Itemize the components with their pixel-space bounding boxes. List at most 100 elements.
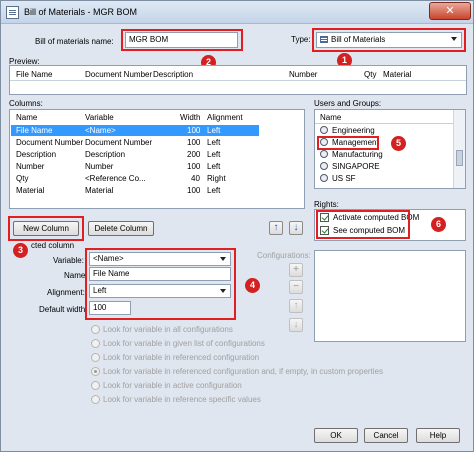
column-row-variable: <Name> (85, 126, 116, 135)
configurations-list[interactable] (314, 250, 466, 342)
column-row-alignment: Left (207, 150, 221, 159)
column-row-variable: Number (85, 162, 114, 171)
group-item[interactable]: US SF (316, 173, 464, 184)
columns-label: Columns: (9, 99, 43, 108)
column-row-name: Material (16, 186, 45, 195)
column-row-name: Document Number (16, 138, 84, 147)
column-row[interactable]: Qty <Reference Co... 40 Right (11, 173, 303, 184)
column-row[interactable]: Description Description 200 Left (11, 149, 303, 160)
preview-col-document-number: Document Number (85, 70, 153, 79)
add-configuration-button[interactable]: + (289, 263, 303, 277)
group-item-label: Engineering (332, 126, 375, 135)
column-row-name: Description (16, 150, 57, 159)
group-item-label: US SF (332, 174, 356, 183)
column-row-alignment: Left (207, 138, 221, 147)
group-item[interactable]: Engineering (316, 125, 464, 136)
column-row-alignment: Right (207, 174, 226, 183)
configuration-up-button[interactable]: ↑ (289, 299, 303, 313)
option-radio[interactable] (91, 339, 100, 348)
group-icon (320, 150, 328, 158)
move-down-button[interactable]: ↓ (289, 221, 303, 235)
annotation-box-2 (121, 29, 243, 51)
arrow-down-icon: ↓ (293, 319, 299, 330)
preview-table: File Name Document Number Description Nu… (9, 65, 467, 95)
annotation-box-3 (8, 216, 84, 241)
columns-header-name: Name (16, 113, 38, 122)
cancel-button[interactable]: Cancel (364, 428, 408, 443)
group-icon (320, 174, 328, 182)
ok-button[interactable]: OK (314, 428, 358, 443)
help-button[interactable]: Help (416, 428, 460, 443)
type-label: Type: (291, 35, 311, 44)
plus-icon: + (293, 264, 299, 275)
window-title: Bill of Materials - MGR BOM (24, 7, 138, 17)
option-radio[interactable] (91, 325, 100, 334)
close-button[interactable]: ✕ (429, 2, 471, 20)
annotation-box-1 (312, 28, 466, 52)
column-row-name: Number (16, 162, 45, 171)
column-row-variable: Document Number (85, 138, 153, 147)
column-row[interactable]: Material Material 100 Left (11, 185, 303, 196)
remove-configuration-button[interactable]: − (289, 280, 303, 294)
default-width-label: Default width: (39, 305, 88, 314)
minus-icon: − (293, 281, 299, 292)
annotation-badge-5: 5 (391, 136, 406, 151)
selected-column-label: cted column (31, 241, 75, 250)
preview-col-number: Number (289, 70, 318, 79)
preview-col-qty: Qty (364, 70, 377, 79)
columns-header-width: Width (180, 113, 201, 122)
users-header-name: Name (320, 113, 342, 122)
annotation-badge-6: 6 (431, 217, 446, 232)
column-row-width: 100 (187, 162, 201, 171)
group-item-label: Manufacturing (332, 150, 383, 159)
column-row-width: 40 (191, 174, 200, 183)
annotation-badge-3: 3 (13, 243, 28, 258)
users-scroll-thumb[interactable] (456, 150, 463, 166)
option-radio[interactable] (91, 367, 100, 376)
option-radio[interactable] (91, 353, 100, 362)
column-row-alignment: Left (207, 162, 221, 171)
option-label: Look for variable in all configurations (103, 325, 233, 334)
column-row-width: 100 (187, 138, 201, 147)
preview-col-file-name: File Name (16, 70, 53, 79)
rights-label: Rights: (314, 200, 339, 209)
group-item[interactable]: SINGAPORE (316, 161, 464, 172)
column-row[interactable]: Number Number 100 Left (11, 161, 303, 172)
configuration-down-button[interactable]: ↓ (289, 318, 303, 332)
preview-col-description: Description (153, 70, 194, 79)
option-label: Look for variable in reference specific … (103, 395, 261, 404)
option-label: Look for variable in referenced configur… (103, 353, 260, 362)
alignment-label: Alignment: (47, 288, 85, 297)
variable-label: Variable: (53, 256, 84, 265)
columns-header-alignment: Alignment (207, 113, 243, 122)
bom-app-icon (6, 6, 19, 19)
group-item[interactable]: Manufacturing (316, 149, 464, 160)
bom-dialog: Bill of Materials - MGR BOM ✕ Bill of ma… (0, 0, 474, 452)
configurations-label: Configurations: (257, 251, 311, 260)
option-radio[interactable] (91, 395, 100, 404)
preview-col-material: Material (383, 70, 412, 79)
column-row[interactable]: Document Number Document Number 100 Left (11, 137, 303, 148)
annotation-box-6 (316, 210, 410, 239)
annotation-badge-4: 4 (245, 278, 260, 293)
column-row-name: File Name (16, 126, 53, 135)
columns-header-variable: Variable (85, 113, 114, 122)
option-radio[interactable] (91, 381, 100, 390)
column-row[interactable]: File Name <Name> 100 Left (11, 125, 259, 136)
column-row-width: 100 (187, 126, 201, 135)
arrow-up-icon: ↑ (293, 300, 299, 311)
move-up-button[interactable]: ↑ (269, 221, 283, 235)
bom-name-label: Bill of materials name: (35, 37, 114, 46)
delete-column-button[interactable]: Delete Column (88, 221, 154, 236)
column-row-width: 100 (187, 186, 201, 195)
column-row-variable: <Reference Co... (85, 174, 146, 183)
annotation-box-5 (317, 136, 379, 150)
column-row-alignment: Left (207, 126, 221, 135)
users-groups-label: Users and Groups: (314, 99, 382, 108)
column-row-width: 200 (187, 150, 201, 159)
column-row-variable: Material (85, 186, 114, 195)
option-label: Look for variable in active configuratio… (103, 381, 242, 390)
users-scrollbar[interactable] (453, 110, 465, 188)
group-icon (320, 126, 328, 134)
arrow-up-icon: ↑ (273, 222, 279, 233)
